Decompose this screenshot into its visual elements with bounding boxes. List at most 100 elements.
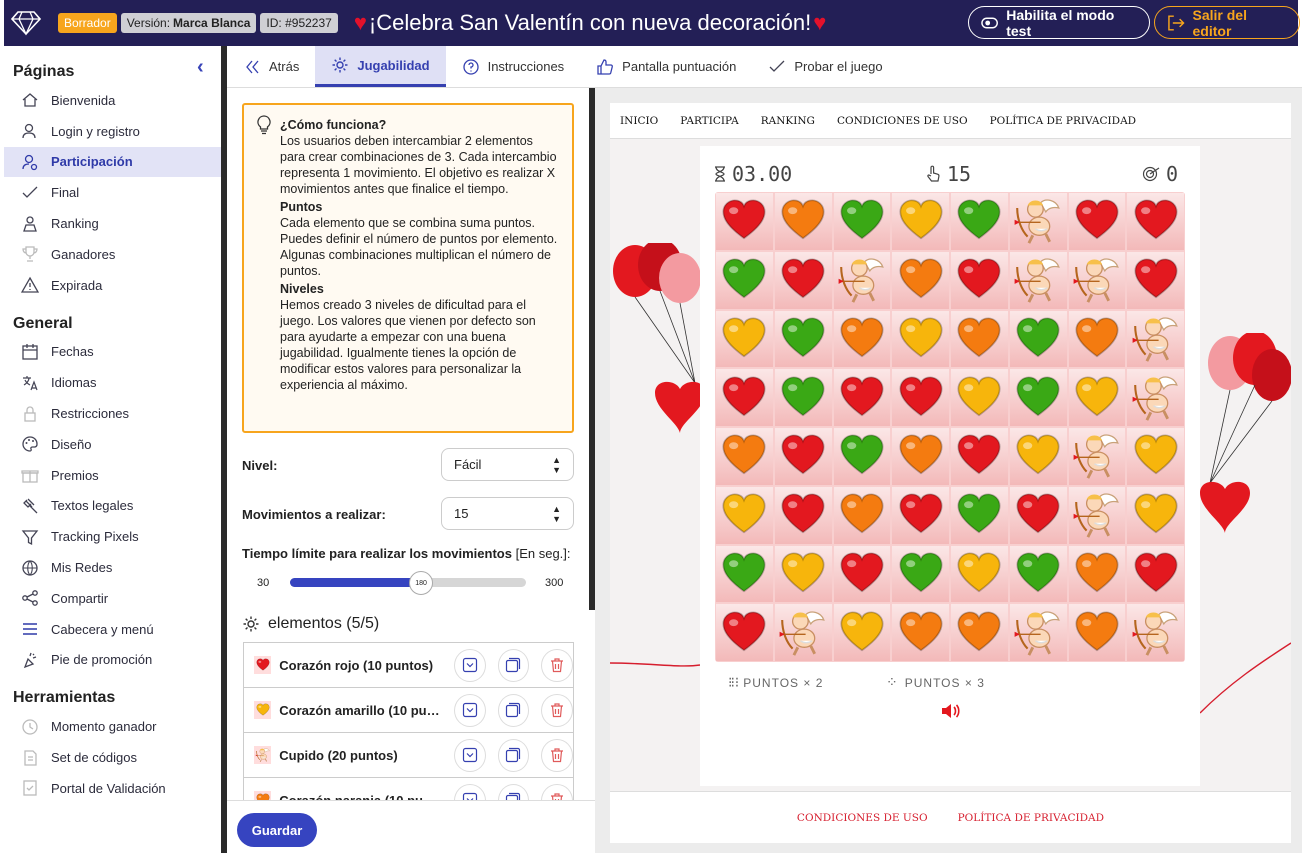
delete-element-button[interactable] <box>541 738 573 772</box>
cupid-tile[interactable] <box>1009 251 1067 309</box>
duplicate-element-button[interactable] <box>497 783 530 800</box>
orange-heart-tile[interactable] <box>716 428 773 485</box>
preview-nav-link[interactable]: PARTICIPA <box>680 115 738 127</box>
red-heart-tile[interactable] <box>774 486 832 544</box>
red-heart-tile[interactable] <box>774 428 832 485</box>
sidebar-item-pie-de-promoción[interactable]: Pie de promoción <box>4 645 221 676</box>
green-heart-tile[interactable] <box>774 310 832 368</box>
orange-heart-tile[interactable] <box>1068 310 1126 368</box>
orange-heart-tile[interactable] <box>1068 604 1126 661</box>
red-heart-tile[interactable] <box>1127 193 1184 250</box>
duplicate-element-button[interactable] <box>497 648 530 682</box>
cupid-tile[interactable] <box>1068 428 1126 485</box>
sidebar-item-textos-legales[interactable]: Textos legales <box>4 491 221 522</box>
sidebar-item-portal-de-validación[interactable]: Portal de Validación <box>4 773 221 804</box>
red-heart-tile[interactable] <box>1009 486 1067 544</box>
tab-probar-el-juego[interactable]: Probar el juego <box>752 46 898 87</box>
red-heart-tile[interactable] <box>833 545 891 603</box>
delete-element-button[interactable] <box>541 693 573 727</box>
cupid-tile[interactable] <box>774 604 832 661</box>
tab-instrucciones[interactable]: Instrucciones <box>446 46 581 87</box>
expand-element-button[interactable] <box>453 648 486 682</box>
delete-element-button[interactable] <box>541 783 573 800</box>
green-heart-tile[interactable] <box>774 369 832 426</box>
green-heart-tile[interactable] <box>1009 545 1067 603</box>
tab-atrás[interactable]: Atrás <box>227 46 315 87</box>
yellow-heart-tile[interactable] <box>1068 369 1126 426</box>
save-button[interactable]: Guardar <box>237 813 317 847</box>
green-heart-tile[interactable] <box>951 486 1008 544</box>
green-heart-tile[interactable] <box>833 428 891 485</box>
sidebar-item-diseño[interactable]: Diseño <box>4 429 221 460</box>
green-heart-tile[interactable] <box>951 193 1008 250</box>
duplicate-element-button[interactable] <box>497 738 530 772</box>
cupid-tile[interactable] <box>1127 369 1184 426</box>
sidebar-item-final[interactable]: Final <box>4 177 221 208</box>
slider-track[interactable]: 180 <box>290 571 526 595</box>
cupid-tile[interactable] <box>1127 310 1184 368</box>
sidebar-item-cabecera-y-menú[interactable]: Cabecera y menú <box>4 614 221 645</box>
cupid-tile[interactable] <box>1068 486 1126 544</box>
preview-nav-link[interactable]: POLÍTICA DE PRIVACIDAD <box>990 115 1137 127</box>
sidebar-item-mis-redes[interactable]: Mis Redes <box>4 552 221 583</box>
speaker-icon[interactable] <box>940 702 960 725</box>
expand-element-button[interactable] <box>453 693 486 727</box>
delete-element-button[interactable] <box>541 648 573 682</box>
preview-footer-link[interactable]: POLÍTICA DE PRIVACIDAD <box>958 812 1105 824</box>
red-heart-tile[interactable] <box>1127 545 1184 603</box>
tab-jugabilidad[interactable]: Jugabilidad <box>315 46 446 87</box>
exit-editor-button[interactable]: Salir del editor <box>1154 6 1300 39</box>
preview-nav-link[interactable]: CONDICIONES DE USO <box>837 115 968 127</box>
red-heart-tile[interactable] <box>1127 251 1184 309</box>
collapse-sidebar-icon[interactable]: ‹ <box>197 56 204 79</box>
orange-heart-tile[interactable] <box>833 310 891 368</box>
expand-element-button[interactable] <box>453 783 486 800</box>
sidebar-item-restricciones[interactable]: Restricciones <box>4 398 221 429</box>
red-heart-tile[interactable] <box>716 193 773 250</box>
preview-nav-link[interactable]: RANKING <box>761 115 815 127</box>
yellow-heart-tile[interactable] <box>951 369 1008 426</box>
test-mode-button[interactable]: Habilita el modo test <box>968 6 1150 39</box>
expand-element-button[interactable] <box>453 738 486 772</box>
sidebar-item-fechas[interactable]: Fechas <box>4 337 221 368</box>
yellow-heart-tile[interactable] <box>833 604 891 661</box>
sidebar-item-bienvenida[interactable]: Bienvenida <box>4 85 221 116</box>
slider-handle[interactable]: 180 <box>409 571 434 595</box>
preview-nav-link[interactable]: INICIO <box>620 115 658 127</box>
moves-select[interactable]: 15 ▲ ▼ <box>441 497 574 530</box>
red-heart-tile[interactable] <box>774 251 832 309</box>
green-heart-tile[interactable] <box>1009 369 1067 426</box>
cupid-tile[interactable] <box>1127 604 1184 661</box>
sidebar-item-login-y-registro[interactable]: Login y registro <box>4 116 221 147</box>
yellow-heart-tile[interactable] <box>892 310 949 368</box>
duplicate-element-button[interactable] <box>497 693 530 727</box>
orange-heart-tile[interactable] <box>892 428 949 485</box>
yellow-heart-tile[interactable] <box>716 310 773 368</box>
red-heart-tile[interactable] <box>716 369 773 426</box>
red-heart-tile[interactable] <box>951 428 1008 485</box>
sidebar-item-ranking[interactable]: Ranking <box>4 208 221 239</box>
game-board[interactable] <box>715 192 1185 662</box>
yellow-heart-tile[interactable] <box>716 486 773 544</box>
yellow-heart-tile[interactable] <box>1127 428 1184 485</box>
red-heart-tile[interactable] <box>892 369 949 426</box>
sidebar-item-set-de-códigos[interactable]: Set de códigos <box>4 742 221 773</box>
orange-heart-tile[interactable] <box>892 604 949 661</box>
orange-heart-tile[interactable] <box>951 310 1008 368</box>
orange-heart-tile[interactable] <box>833 486 891 544</box>
yellow-heart-tile[interactable] <box>774 545 832 603</box>
cupid-tile[interactable] <box>1068 251 1126 309</box>
orange-heart-tile[interactable] <box>951 604 1008 661</box>
orange-heart-tile[interactable] <box>774 193 832 250</box>
level-select[interactable]: Fácil ▲ ▼ <box>441 448 574 481</box>
green-heart-tile[interactable] <box>892 545 949 603</box>
yellow-heart-tile[interactable] <box>1127 486 1184 544</box>
sidebar-item-premios[interactable]: Premios <box>4 460 221 491</box>
red-heart-tile[interactable] <box>1068 193 1126 250</box>
sidebar-item-compartir[interactable]: Compartir <box>4 583 221 614</box>
time-slider[interactable]: 30 180 300 <box>242 568 582 598</box>
diamond-logo-icon[interactable] <box>8 5 44 41</box>
cupid-tile[interactable] <box>833 251 891 309</box>
orange-heart-tile[interactable] <box>1068 545 1126 603</box>
orange-heart-tile[interactable] <box>892 251 949 309</box>
